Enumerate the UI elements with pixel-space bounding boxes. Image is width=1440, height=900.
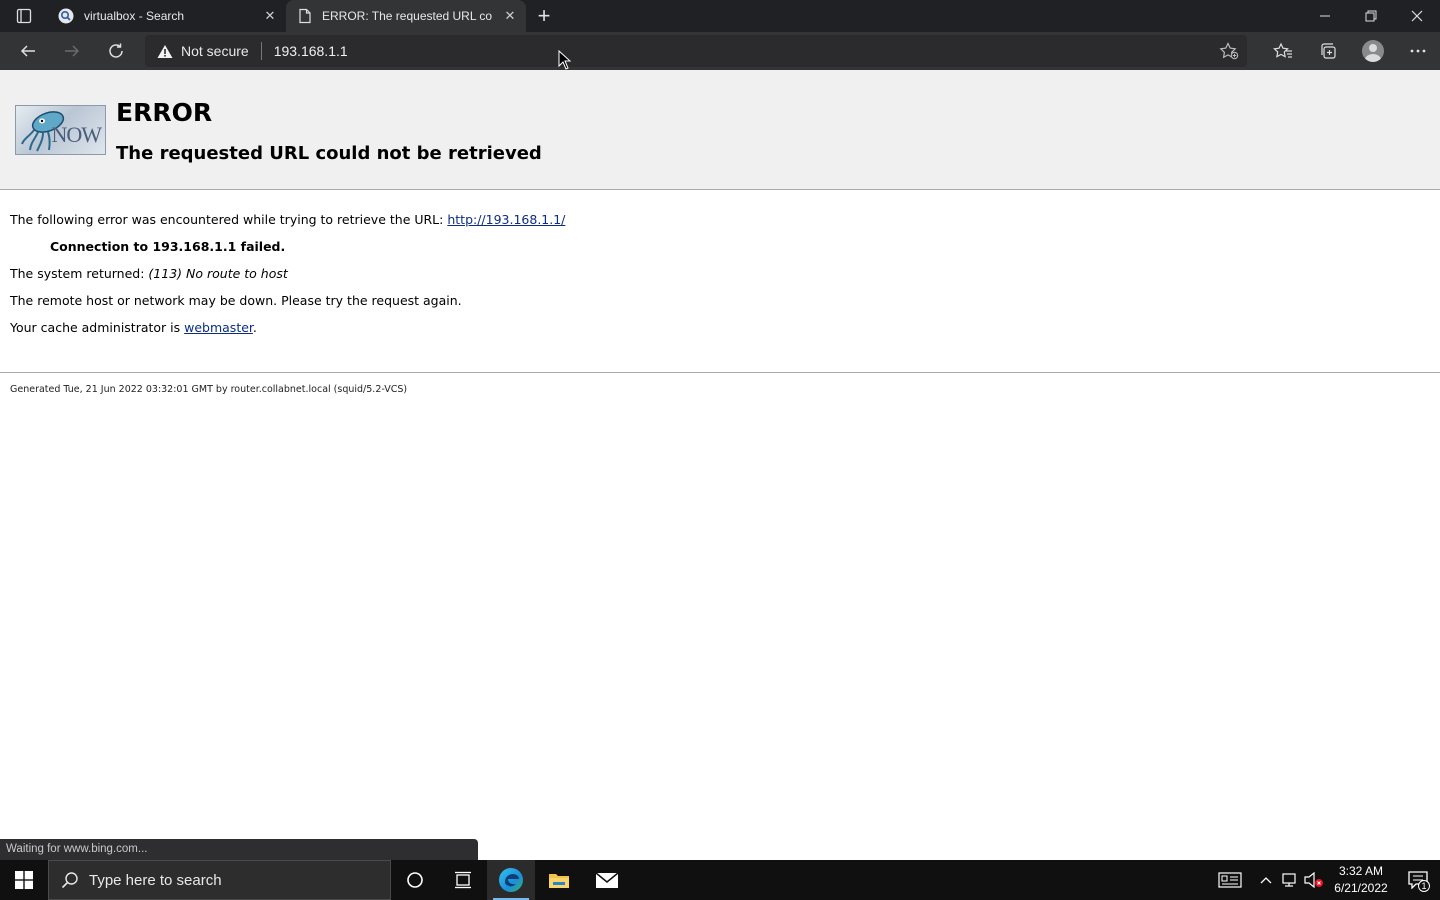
refresh-icon xyxy=(109,43,123,58)
taskbar-edge-app[interactable] xyxy=(487,860,535,900)
system-returned: The system returned: (113) No route to h… xyxy=(10,266,288,281)
favorites-icon xyxy=(1272,42,1292,58)
taskbar-search-box[interactable]: Type here to search xyxy=(48,860,391,900)
close-tab-icon[interactable]: ✕ xyxy=(262,8,278,24)
page-title: ERROR xyxy=(116,98,213,127)
collections-button[interactable] xyxy=(1305,32,1350,70)
task-view-icon xyxy=(455,871,471,889)
cortana-button[interactable] xyxy=(391,860,439,900)
connection-failed-text: Connection to 193.168.1.1 failed. xyxy=(50,239,286,254)
mail-icon xyxy=(595,872,619,888)
document-icon xyxy=(299,8,311,24)
new-tab-button[interactable]: + xyxy=(526,0,562,32)
clock-time: 3:32 AM xyxy=(1338,864,1384,878)
system-returned-label: The system returned: xyxy=(10,266,149,281)
start-button[interactable] xyxy=(0,860,48,900)
webmaster-link[interactable]: webmaster xyxy=(184,320,253,335)
volume-muted-icon xyxy=(1304,872,1323,888)
task-view-button[interactable] xyxy=(439,860,487,900)
browser-titlebar: virtualbox - Search ✕ ERROR: The request… xyxy=(0,0,1440,32)
generated-footer: Generated Tue, 21 Jun 2022 03:32:01 GMT … xyxy=(10,384,408,395)
profile-button[interactable] xyxy=(1350,32,1395,70)
more-options-icon xyxy=(1410,49,1425,53)
clock-date: 6/21/2022 xyxy=(1334,881,1388,895)
search-placeholder: Type here to search xyxy=(89,871,222,889)
page-subtitle: The requested URL could not be retrieved xyxy=(116,143,542,164)
star-add-icon xyxy=(1219,42,1239,60)
network-button[interactable] xyxy=(1278,860,1302,900)
chevron-up-icon xyxy=(1260,877,1272,884)
logo-text: NOW xyxy=(51,122,102,147)
back-arrow-icon xyxy=(20,45,35,57)
windows-taskbar: Type here to search 3:32 AM 6/21/2022 1 xyxy=(0,860,1440,900)
volume-button[interactable] xyxy=(1302,860,1326,900)
show-hidden-icons-button[interactable] xyxy=(1254,860,1278,900)
taskbar-mail-app[interactable] xyxy=(583,860,631,900)
tab-actions-icon xyxy=(16,8,32,24)
input-indicator-button[interactable] xyxy=(1206,860,1254,900)
keyboard-icon xyxy=(1218,872,1242,888)
edge-icon xyxy=(499,868,523,892)
restore-button[interactable] xyxy=(1348,0,1394,32)
address-bar[interactable]: Not secure 193.168.1.1 xyxy=(145,35,1247,67)
tab-virtualbox-search[interactable]: virtualbox - Search ✕ xyxy=(48,0,286,32)
cortana-icon xyxy=(407,872,423,888)
tab-title: ERROR: The requested URL could not be re… xyxy=(322,9,492,23)
toolbar-right xyxy=(1260,32,1440,70)
browser-status-bar: Waiting for www.bing.com... xyxy=(0,839,478,860)
remote-down-text: The remote host or network may be down. … xyxy=(10,293,462,308)
close-tab-icon[interactable]: ✕ xyxy=(502,8,518,24)
mouse-cursor-icon xyxy=(558,50,572,70)
network-icon xyxy=(1282,873,1296,887)
favorites-button[interactable] xyxy=(1260,32,1305,70)
search-icon xyxy=(61,872,78,889)
avatar xyxy=(1361,40,1384,62)
add-favorite-button[interactable] xyxy=(1219,42,1239,64)
tab-title: virtualbox - Search xyxy=(84,9,185,23)
close-window-button[interactable] xyxy=(1394,0,1440,32)
folder-icon xyxy=(549,874,569,888)
forward-button[interactable] xyxy=(50,32,94,70)
squid-logo: NOW xyxy=(15,105,106,155)
error-url-link[interactable]: http://193.168.1.1/ xyxy=(447,212,565,227)
tab-actions-button[interactable] xyxy=(0,0,48,32)
taskbar-clock[interactable]: 3:32 AM 6/21/2022 xyxy=(1326,863,1396,897)
error-intro: The following error was encountered whil… xyxy=(10,212,565,227)
cache-admin-label: Your cache administrator is xyxy=(10,320,185,335)
tab-error-page[interactable]: ERROR: The requested URL could not be re… xyxy=(286,0,526,32)
collections-icon xyxy=(1320,43,1336,59)
minimize-icon xyxy=(1320,15,1330,17)
security-label: Not secure xyxy=(181,43,249,59)
error-intro-text: The following error was encountered whil… xyxy=(10,212,448,227)
cache-admin: Your cache administrator is webmaster. xyxy=(10,320,257,335)
notification-count-badge: 1 xyxy=(1418,880,1430,892)
address-separator xyxy=(260,42,262,60)
system-tray: 3:32 AM 6/21/2022 1 xyxy=(1206,860,1440,900)
back-button[interactable] xyxy=(6,32,50,70)
taskbar-file-explorer-app[interactable] xyxy=(535,860,583,900)
divider xyxy=(0,372,1440,373)
error-header: NOW ERROR The requested URL could not be… xyxy=(0,70,1440,190)
settings-menu-button[interactable] xyxy=(1395,32,1440,70)
url-text[interactable]: 193.168.1.1 xyxy=(274,43,348,59)
system-returned-value: (113) No route to host xyxy=(148,266,288,281)
refresh-button[interactable] xyxy=(94,32,138,70)
windows-logo-icon xyxy=(15,871,33,889)
browser-toolbar: Not secure 193.168.1.1 xyxy=(0,32,1440,70)
page-content: NOW ERROR The requested URL could not be… xyxy=(0,70,1440,860)
restore-icon xyxy=(1365,10,1377,22)
security-indicator[interactable]: Not secure xyxy=(145,43,249,59)
forward-arrow-icon xyxy=(65,45,80,57)
notification-center-button[interactable]: 1 xyxy=(1396,860,1440,900)
minimize-button[interactable] xyxy=(1302,0,1348,32)
window-controls xyxy=(1302,0,1440,32)
close-icon xyxy=(1411,10,1423,22)
search-icon xyxy=(58,8,74,24)
cache-admin-end: . xyxy=(252,320,257,335)
warning-icon xyxy=(157,44,173,58)
